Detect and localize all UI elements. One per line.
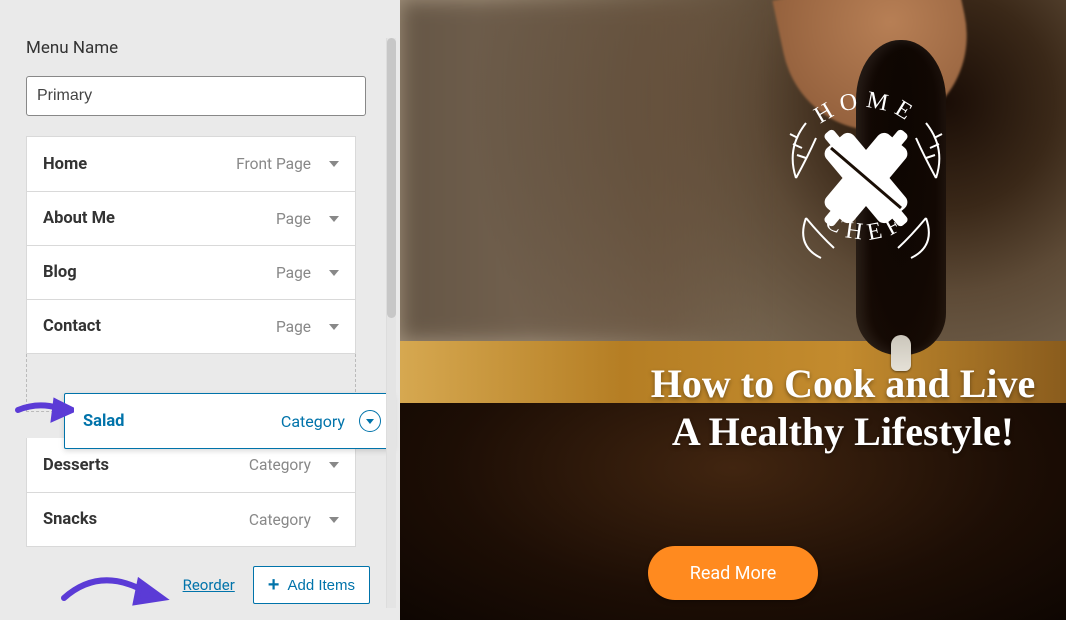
menu-item-label: Salad xyxy=(83,412,273,431)
menu-item-snacks[interactable]: Snacks Category xyxy=(27,492,355,546)
read-more-button[interactable]: Read More xyxy=(648,546,818,600)
menu-name-input[interactable] xyxy=(26,76,366,116)
customizer-sidebar: Menu Name Home Front Page About Me Page … xyxy=(0,0,400,620)
reorder-link[interactable]: Reorder xyxy=(183,576,235,594)
headline-line2: A Healthy Lifestyle! xyxy=(620,408,1066,456)
menu-item-label: About Me xyxy=(43,209,268,228)
site-preview: HOME CHEF How to Cook and Live A Healthy… xyxy=(400,0,1066,620)
add-items-label: Add Items xyxy=(287,577,355,594)
menu-item-type: Front Page xyxy=(236,155,311,173)
menu-item-label: Home xyxy=(43,155,228,174)
menu-item-blog[interactable]: Blog Page xyxy=(27,245,355,299)
menu-item-home[interactable]: Home Front Page xyxy=(27,137,355,191)
menu-item-type: Page xyxy=(276,210,311,228)
menu-items-list: Desserts Category Snacks Category xyxy=(26,438,356,547)
menu-item-label: Desserts xyxy=(43,456,241,475)
svg-text:CHEF: CHEF xyxy=(821,209,911,247)
menu-item-type: Page xyxy=(276,318,311,336)
menu-item-salad-dragging[interactable]: Salad Category xyxy=(64,393,394,449)
hero-headline: How to Cook and Live A Healthy Lifestyle… xyxy=(620,360,1066,456)
menu-item-label: Contact xyxy=(43,317,268,336)
menu-item-type: Category xyxy=(281,412,345,431)
plus-icon: + xyxy=(268,575,280,595)
chevron-down-icon xyxy=(329,324,339,330)
chevron-down-icon xyxy=(329,216,339,222)
menu-name-label: Menu Name xyxy=(26,38,382,58)
svg-text:HOME: HOME xyxy=(810,87,922,129)
chevron-down-icon xyxy=(329,462,339,468)
site-logo: HOME CHEF xyxy=(766,78,966,278)
chevron-down-icon xyxy=(329,161,339,167)
menu-item-label: Snacks xyxy=(43,510,241,529)
menu-item-label: Blog xyxy=(43,263,268,282)
menu-item-contact[interactable]: Contact Page xyxy=(27,299,355,353)
menu-item-about[interactable]: About Me Page xyxy=(27,191,355,245)
scrollbar-thumb[interactable] xyxy=(387,38,396,318)
menu-actions: Reorder + Add Items xyxy=(26,562,382,608)
chevron-down-icon xyxy=(329,270,339,276)
logo-text-top: HOME xyxy=(810,87,922,129)
headline-line1: How to Cook and Live xyxy=(620,360,1066,408)
menu-item-type: Category xyxy=(249,511,311,529)
menu-item-type: Category xyxy=(249,456,311,474)
menu-items-list: Home Front Page About Me Page Blog Page … xyxy=(26,136,356,354)
annotation-arrow-icon xyxy=(14,388,74,428)
add-items-button[interactable]: + Add Items xyxy=(253,566,370,604)
sidebar-scrollbar[interactable] xyxy=(386,38,396,608)
chevron-down-icon[interactable] xyxy=(359,410,381,432)
logo-text-bottom: CHEF xyxy=(821,209,911,247)
chevron-down-icon xyxy=(329,517,339,523)
hero-background xyxy=(400,0,1066,620)
menu-item-type: Page xyxy=(276,264,311,282)
